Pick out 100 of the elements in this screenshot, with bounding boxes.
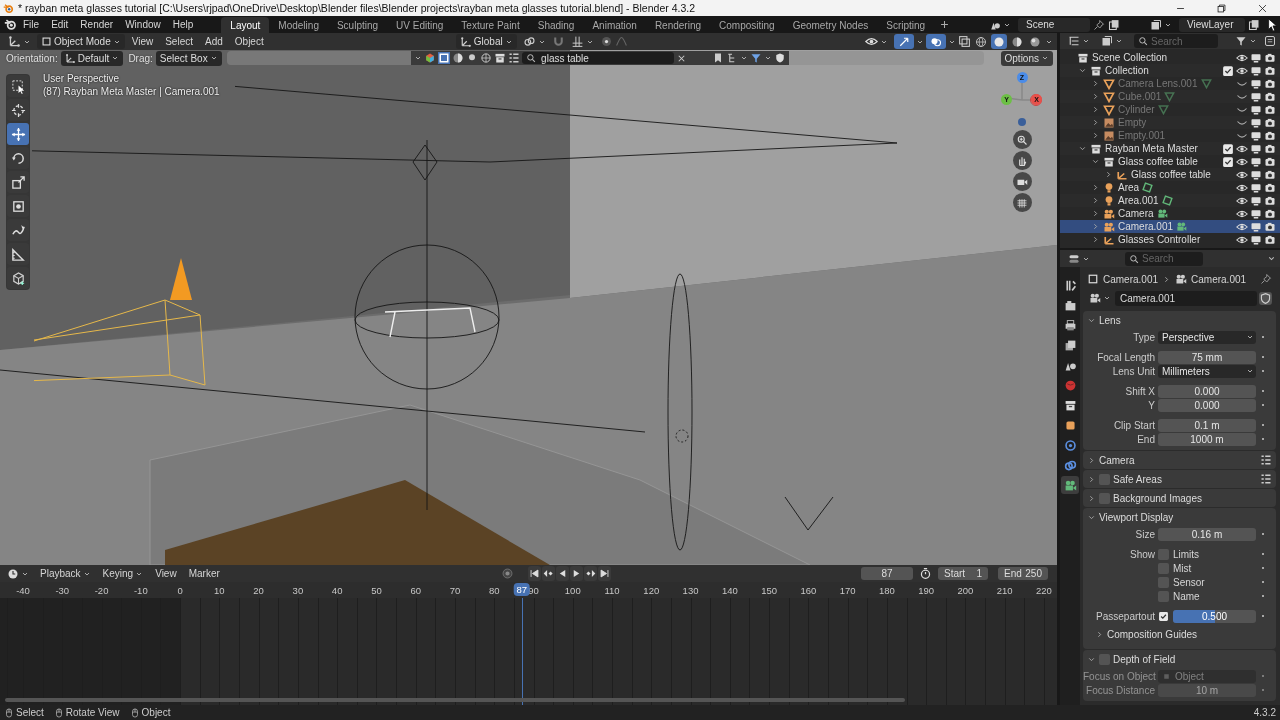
menu-item[interactable]: Add	[200, 34, 228, 49]
frame-tick-label: 170	[839, 584, 856, 596]
panel-title[interactable]: Lens	[1099, 314, 1121, 326]
frame-tick-label: 80	[488, 584, 500, 596]
workspace-tab[interactable]: Animation	[583, 17, 646, 33]
status-text: Select	[16, 707, 44, 718]
outliner-item-name: Collection	[1105, 65, 1149, 76]
property-label: Focus Distance	[1085, 684, 1155, 696]
search-placeholder: Search	[1142, 253, 1174, 264]
frame-tick-label: 10	[214, 584, 225, 596]
menu-item[interactable]: Render	[74, 17, 120, 32]
panel-title[interactable]: Composition Guides	[1107, 628, 1198, 640]
start-frame-field[interactable]: Start 1	[938, 567, 988, 580]
outliner-row[interactable]: Glass coffee table	[1060, 155, 1280, 168]
start-label: Start	[944, 568, 966, 579]
frame-tick-label: 60	[410, 584, 421, 596]
outliner-row[interactable]: Camera.001	[1060, 220, 1280, 233]
frame-tick-label: 110	[604, 584, 620, 596]
field-placeholder: Object	[1175, 670, 1204, 682]
menu-item[interactable]: Object	[229, 34, 269, 49]
workspace-tab[interactable]: Texture Paint	[452, 17, 529, 33]
outliner-item-name: Empty.001	[1118, 130, 1166, 141]
menu-item[interactable]: View	[126, 34, 159, 49]
checkbox-label: Mist	[1173, 562, 1192, 574]
outliner-item-name: Area.001	[1118, 195, 1159, 206]
frame-tick-label: -20	[94, 584, 109, 596]
number-field[interactable]: 0.000	[1158, 398, 1256, 412]
number-field[interactable]: 0.000	[1158, 384, 1256, 398]
panel-title[interactable]: Viewport Display	[1099, 511, 1174, 523]
search-field[interactable]: glass table	[522, 52, 675, 64]
menu-item[interactable]: Edit	[45, 17, 75, 32]
status-text: Object	[141, 707, 171, 718]
outliner-item-name: Camera.001	[1118, 221, 1174, 232]
orientation-label: Orientation:	[6, 52, 58, 64]
outliner-row[interactable]: Glasses Controller	[1060, 233, 1280, 246]
workspace-tab[interactable]: Geometry Nodes	[783, 17, 878, 33]
workspace-tab[interactable]: Scripting	[877, 17, 935, 33]
workspace-tab[interactable]: Modeling	[269, 17, 328, 33]
checkbox-label: Sensor	[1173, 576, 1205, 588]
scene-name-field[interactable]: Scene	[1018, 17, 1090, 32]
menu-item[interactable]: Help	[166, 17, 200, 32]
outliner-item-name: Empty	[1118, 117, 1147, 128]
outliner-row[interactable]: Camera	[1060, 207, 1280, 220]
outliner-item-name: Scene Collection	[1092, 52, 1168, 63]
outliner-item-name: Cube.001	[1118, 91, 1162, 102]
checkbox-label: Name	[1173, 590, 1200, 602]
outliner-row[interactable]: Area	[1060, 181, 1280, 194]
property-label: Y	[1147, 399, 1155, 411]
outliner-item-name: Camera Lens.001	[1118, 78, 1198, 89]
current-frame-field[interactable]: 87	[861, 567, 913, 580]
slider-field[interactable]: 0.500	[1173, 609, 1256, 623]
menu-item[interactable]: Select	[160, 34, 198, 49]
number-field[interactable]: 1000 m	[1158, 432, 1256, 446]
end-frame-field[interactable]: End 250	[998, 567, 1048, 580]
data-name-field[interactable]: Camera.001	[1115, 290, 1257, 306]
frame-tick-label: 50	[371, 584, 382, 596]
orientation-dropdown[interactable]: Global	[455, 34, 517, 49]
frame-tick-label: 120	[643, 584, 660, 596]
number-field[interactable]: 0.16 m	[1158, 527, 1256, 541]
menu-item[interactable]: Keying	[97, 566, 149, 581]
outliner-item-name: Glass coffee table	[1131, 169, 1211, 180]
search-value: glass table	[541, 52, 589, 64]
workspace-tab[interactable]: Layout	[221, 17, 270, 33]
number-field[interactable]: 75 mm	[1158, 350, 1256, 364]
workspace-tab[interactable]: Compositing	[710, 17, 784, 33]
frame-tick-label: 130	[682, 584, 699, 596]
playhead-frame-badge[interactable]: 87	[513, 583, 530, 596]
panel-title[interactable]: Camera	[1099, 454, 1135, 466]
menu-item[interactable]: Window	[119, 17, 167, 32]
menu-item[interactable]: View	[150, 566, 182, 581]
panel-title[interactable]: Depth of Field	[1113, 653, 1176, 665]
property-dropdown[interactable]: Perspective	[1158, 330, 1256, 344]
frame-tick-label: 20	[253, 584, 264, 596]
frame-tick-label: 190	[918, 584, 935, 596]
workspace-tab[interactable]: Sculpting	[327, 17, 388, 33]
frame-tick-label: 150	[761, 584, 777, 596]
workspace-tab[interactable]: Rendering	[645, 17, 711, 33]
end-label: End	[1004, 568, 1022, 579]
panel-title[interactable]: Safe Areas	[1113, 473, 1162, 485]
frame-tick-label: 90	[528, 584, 539, 596]
property-label: Show	[1129, 548, 1155, 560]
breadcrumb-item[interactable]: Camera.001	[1103, 273, 1159, 285]
panel-title[interactable]: Background Images	[1113, 492, 1202, 504]
mode-dropdown[interactable]: Object Mode	[37, 34, 125, 49]
start-value: 1	[976, 568, 982, 579]
property-label: Lens Unit	[1111, 365, 1155, 377]
menu-item[interactable]: Marker	[183, 566, 225, 581]
property-dropdown[interactable]: Millimeters	[1158, 364, 1256, 378]
view-layer-field[interactable]: ViewLayer	[1179, 17, 1245, 32]
workspace-tab[interactable]: Shading	[528, 17, 584, 33]
menu-item[interactable]: File	[17, 17, 46, 32]
outliner-item-name: Area	[1118, 182, 1140, 193]
workspace-tab[interactable]: UV Editing	[387, 17, 453, 33]
menu-item[interactable]: Playback	[35, 566, 96, 581]
number-field[interactable]: 0.1 m	[1158, 418, 1256, 432]
breadcrumb-item[interactable]: Camera.001	[1191, 273, 1247, 285]
frame-tick-label: 0	[177, 584, 183, 596]
outliner-item-name: Glasses Controller	[1118, 234, 1201, 245]
frame-tick-label: 220	[1036, 584, 1052, 596]
outliner-row[interactable]: Scene Collection	[1060, 51, 1280, 64]
